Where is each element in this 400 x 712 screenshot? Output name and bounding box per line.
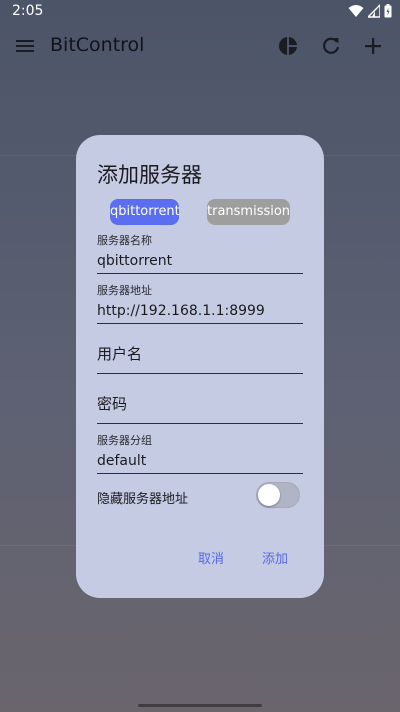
add-button[interactable]: 添加	[262, 548, 288, 567]
field-underline	[97, 323, 303, 324]
field-underline	[97, 423, 303, 424]
battery-icon	[384, 4, 392, 18]
server-address-label: 服务器地址	[97, 284, 152, 297]
hide-address-toggle[interactable]	[256, 482, 300, 508]
signal-icon	[368, 4, 380, 18]
server-address-field[interactable]: 服务器地址 http://192.168.1.1:8999	[97, 282, 303, 324]
username-field[interactable]: 用户名	[97, 343, 303, 374]
server-name-label: 服务器名称	[97, 234, 152, 247]
chip-transmission[interactable]: transmission	[207, 199, 290, 225]
chart-icon[interactable]	[277, 35, 299, 57]
password-field[interactable]: 密码	[97, 393, 303, 424]
server-address-value: http://192.168.1.1:8999	[97, 303, 265, 319]
password-placeholder: 密码	[97, 395, 128, 413]
server-name-value: qbittorrent	[97, 253, 173, 269]
wifi-icon	[348, 5, 364, 17]
server-group-field[interactable]: 服务器分组 default	[97, 432, 303, 474]
server-name-field[interactable]: 服务器名称 qbittorrent	[97, 232, 303, 274]
field-underline	[97, 473, 303, 474]
menu-icon[interactable]	[14, 36, 36, 56]
add-icon[interactable]	[362, 35, 384, 57]
username-placeholder: 用户名	[97, 345, 143, 363]
status-bar: 2:05	[0, 0, 400, 24]
refresh-icon[interactable]	[320, 35, 342, 57]
app-bar: BitControl	[0, 24, 400, 68]
server-group-label: 服务器分组	[97, 434, 152, 447]
home-handle[interactable]	[138, 704, 262, 707]
toggle-knob	[258, 484, 280, 506]
navigation-bar	[0, 698, 400, 712]
field-underline	[97, 373, 303, 374]
status-time: 2:05	[12, 3, 44, 19]
app-title: BitControl	[50, 34, 145, 56]
add-server-dialog: 添加服务器 qbittorrent transmission 服务器名称 qbi…	[76, 135, 324, 598]
chip-qbittorrent[interactable]: qbittorrent	[110, 199, 180, 225]
server-group-value: default	[97, 453, 147, 469]
hide-address-label: 隐藏服务器地址	[97, 492, 189, 507]
status-icons	[348, 4, 392, 18]
cancel-button[interactable]: 取消	[198, 548, 224, 567]
field-underline	[97, 273, 303, 274]
dialog-title: 添加服务器	[97, 163, 202, 187]
